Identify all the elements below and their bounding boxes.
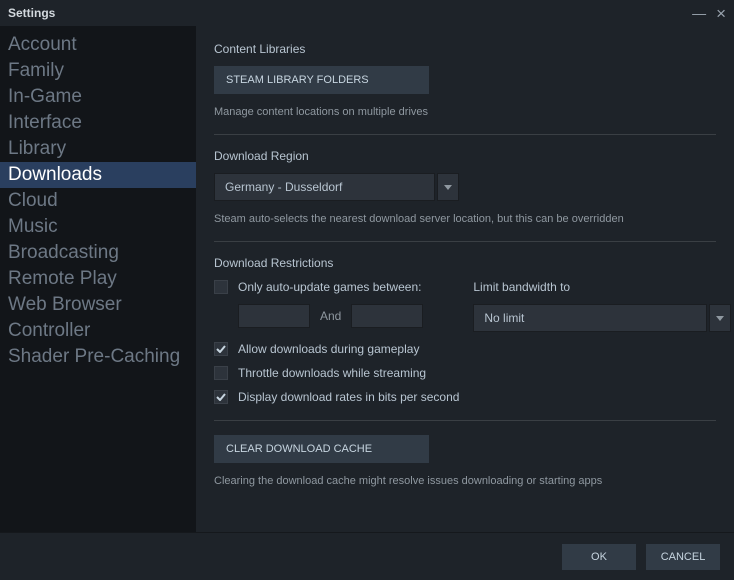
window-controls: — ×	[692, 5, 726, 22]
auto-update-label: Only auto-update games between:	[238, 280, 421, 294]
sidebar-item-controller[interactable]: Controller	[0, 318, 196, 344]
auto-update-time-row: And	[238, 304, 423, 328]
sidebar-item-label: Library	[8, 138, 66, 159]
sidebar-item-shader-pre-caching[interactable]: Shader Pre-Caching	[0, 344, 196, 370]
sidebar-item-label: Web Browser	[8, 294, 122, 315]
clear-cache-desc: Clearing the download cache might resolv…	[214, 475, 716, 487]
time-end-input[interactable]	[351, 304, 423, 328]
sidebar-item-downloads[interactable]: Downloads	[0, 162, 196, 188]
sidebar-item-cloud[interactable]: Cloud	[0, 188, 196, 214]
sidebar-item-interface[interactable]: Interface	[0, 110, 196, 136]
sidebar-item-label: Interface	[8, 112, 82, 133]
sidebar-item-label: Family	[8, 60, 64, 81]
download-region-desc: Steam auto-selects the nearest download …	[214, 213, 716, 225]
main-row: Account Family In-Game Interface Library…	[0, 26, 734, 532]
cancel-button[interactable]: CANCEL	[646, 544, 720, 570]
sidebar-item-label: In-Game	[8, 86, 82, 107]
sidebar-item-remote-play[interactable]: Remote Play	[0, 266, 196, 292]
sidebar-item-family[interactable]: Family	[0, 58, 196, 84]
chevron-down-icon[interactable]	[437, 173, 459, 201]
allow-gameplay-label: Allow downloads during gameplay	[238, 342, 419, 356]
content-libraries-heading: Content Libraries	[214, 42, 716, 56]
limit-bandwidth-dropdown[interactable]: No limit	[473, 304, 731, 332]
sidebar: Account Family In-Game Interface Library…	[0, 26, 196, 532]
minimize-icon[interactable]: —	[692, 6, 706, 20]
sidebar-item-account[interactable]: Account	[0, 32, 196, 58]
sidebar-item-music[interactable]: Music	[0, 214, 196, 240]
sidebar-item-label: Account	[8, 34, 77, 55]
sidebar-item-label: Music	[8, 216, 58, 237]
steam-library-folders-button[interactable]: STEAM LIBRARY FOLDERS	[214, 66, 429, 94]
chevron-down-icon[interactable]	[709, 304, 731, 332]
download-region-selected: Germany - Dusseldorf	[214, 173, 435, 201]
throttle-checkbox-row: Throttle downloads while streaming	[214, 366, 716, 380]
auto-update-checkbox[interactable]	[214, 280, 228, 294]
allow-gameplay-checkbox[interactable]	[214, 342, 228, 356]
download-restrictions-heading: Download Restrictions	[214, 256, 716, 270]
content-libraries-desc: Manage content locations on multiple dri…	[214, 106, 716, 118]
restrictions-right: Limit bandwidth to No limit	[473, 280, 731, 342]
sidebar-item-label: Remote Play	[8, 268, 117, 289]
divider	[214, 241, 716, 242]
close-icon[interactable]: ×	[716, 5, 726, 22]
display-bits-checkbox-row: Display download rates in bits per secon…	[214, 390, 716, 404]
display-bits-checkbox[interactable]	[214, 390, 228, 404]
titlebar: Settings — ×	[0, 0, 734, 26]
sidebar-item-label: Shader Pre-Caching	[8, 346, 180, 367]
content-panel: Content Libraries STEAM LIBRARY FOLDERS …	[196, 26, 734, 532]
sidebar-item-label: Broadcasting	[8, 242, 119, 263]
ok-button[interactable]: OK	[562, 544, 636, 570]
display-bits-label: Display download rates in bits per secon…	[238, 390, 459, 404]
divider	[214, 420, 716, 421]
download-region-dropdown[interactable]: Germany - Dusseldorf	[214, 173, 459, 201]
allow-gameplay-checkbox-row: Allow downloads during gameplay	[214, 342, 716, 356]
download-region-heading: Download Region	[214, 149, 716, 163]
limit-bandwidth-heading: Limit bandwidth to	[473, 280, 731, 294]
restrictions-row: Only auto-update games between: And Limi…	[214, 280, 716, 342]
sidebar-item-label: Cloud	[8, 190, 58, 211]
window-title: Settings	[8, 6, 55, 20]
sidebar-item-label: Controller	[8, 320, 90, 341]
divider	[214, 134, 716, 135]
time-start-input[interactable]	[238, 304, 310, 328]
clear-download-cache-button[interactable]: CLEAR DOWNLOAD CACHE	[214, 435, 429, 463]
sidebar-item-broadcasting[interactable]: Broadcasting	[0, 240, 196, 266]
auto-update-checkbox-row: Only auto-update games between:	[214, 280, 423, 294]
limit-bandwidth-selected: No limit	[473, 304, 707, 332]
throttle-checkbox[interactable]	[214, 366, 228, 380]
sidebar-item-in-game[interactable]: In-Game	[0, 84, 196, 110]
and-label: And	[320, 309, 341, 323]
sidebar-item-label: Downloads	[8, 164, 102, 185]
throttle-label: Throttle downloads while streaming	[238, 366, 426, 380]
sidebar-item-web-browser[interactable]: Web Browser	[0, 292, 196, 318]
sidebar-item-library[interactable]: Library	[0, 136, 196, 162]
footer: OK CANCEL	[0, 532, 734, 580]
restrictions-left: Only auto-update games between: And	[214, 280, 423, 342]
